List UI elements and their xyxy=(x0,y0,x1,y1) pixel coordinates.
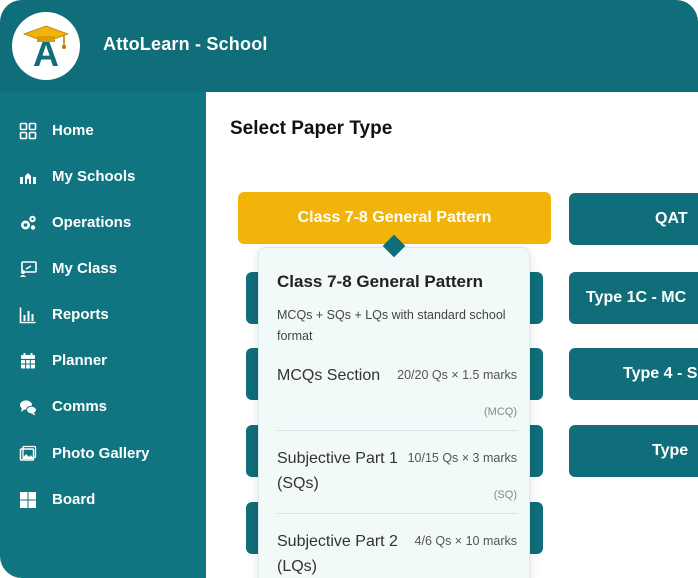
tooltip-title: Class 7-8 General Pattern xyxy=(277,272,483,291)
sidebar-item-label: Reports xyxy=(52,306,109,323)
tooltip-section-sq: Subjective Part 1 (SQs) 10/15 Qs × 3 mar… xyxy=(277,446,517,506)
sidebar-item-board[interactable]: Board xyxy=(0,482,206,518)
sidebar-item-label: Operations xyxy=(52,214,132,231)
gears-icon xyxy=(21,215,36,230)
main-content: Select Paper Type Class 7-8 General Patt… xyxy=(206,92,698,578)
app-header: A AttoLearn - School xyxy=(0,0,698,92)
section-info: 10/15 Qs × 3 marks xyxy=(407,451,517,465)
paper-type-type-1c[interactable]: Type 1C - MC xyxy=(569,272,698,324)
sidebar-item-home[interactable]: Home xyxy=(0,113,206,149)
section-info: 4/6 Qs × 10 marks xyxy=(414,534,517,548)
sidebar-item-label: Comms xyxy=(52,398,108,415)
sidebar-item-photo-gallery[interactable]: Photo Gallery xyxy=(0,436,206,472)
sidebar-item-label: Home xyxy=(52,122,94,139)
app-window: A AttoLearn - School Home My Schools Ope… xyxy=(0,0,698,578)
paper-type-type[interactable]: Type xyxy=(569,425,698,477)
section-name: Subjective Part 2 (LQs) xyxy=(277,533,398,575)
page-title: Select Paper Type xyxy=(230,118,393,139)
graduation-cap-logo-icon: A xyxy=(22,25,70,72)
section-tag: (SQ) xyxy=(493,489,517,501)
paper-type-qat[interactable]: QAT xyxy=(569,193,698,245)
divider xyxy=(277,513,517,514)
tooltip-section-lq: Subjective Part 2 (LQs) 4/6 Qs × 10 mark… xyxy=(277,529,517,578)
section-tag: (MCQ) xyxy=(484,406,517,418)
chalkboard-icon xyxy=(20,261,37,277)
divider xyxy=(277,430,517,431)
paper-type-tooltip: Class 7-8 General Pattern MCQs + SQs + L… xyxy=(258,247,530,578)
paper-type-type-4[interactable]: Type 4 - S xyxy=(569,348,698,400)
app-title: AttoLearn - School xyxy=(103,34,268,54)
sidebar-item-label: Board xyxy=(52,491,96,508)
section-info: 20/20 Qs × 1.5 marks xyxy=(397,368,517,382)
bar-chart-icon xyxy=(19,307,36,324)
gallery-icon xyxy=(19,445,37,461)
sidebar-item-my-class[interactable]: My Class xyxy=(0,251,206,287)
sidebar-item-label: Planner xyxy=(52,352,108,369)
section-name: MCQs Section xyxy=(277,367,381,384)
grid-icon xyxy=(19,122,37,140)
sidebar-item-reports[interactable]: Reports xyxy=(0,297,206,333)
sidebar-item-label: Photo Gallery xyxy=(52,445,150,462)
chat-icon xyxy=(20,400,37,416)
sidebar: Home My Schools Operations My Class Repo… xyxy=(0,92,206,578)
app-logo[interactable]: A xyxy=(12,12,80,80)
sidebar-item-label: My Class xyxy=(52,260,118,277)
sidebar-item-label: My Schools xyxy=(52,168,136,185)
sidebar-item-comms[interactable]: Comms xyxy=(0,389,206,425)
board-icon xyxy=(20,492,36,508)
calendar-icon xyxy=(21,353,35,369)
tooltip-description: MCQs + SQs + LQs with standard school fo… xyxy=(277,308,506,343)
school-icon xyxy=(20,173,36,184)
section-name: Subjective Part 1 (SQs) xyxy=(277,450,398,492)
sidebar-item-operations[interactable]: Operations xyxy=(0,205,206,241)
sidebar-item-my-schools[interactable]: My Schools xyxy=(0,159,206,195)
sidebar-item-planner[interactable]: Planner xyxy=(0,343,206,379)
tooltip-section-mcq: MCQs Section 20/20 Qs × 1.5 marks (MCQ) xyxy=(277,363,517,423)
